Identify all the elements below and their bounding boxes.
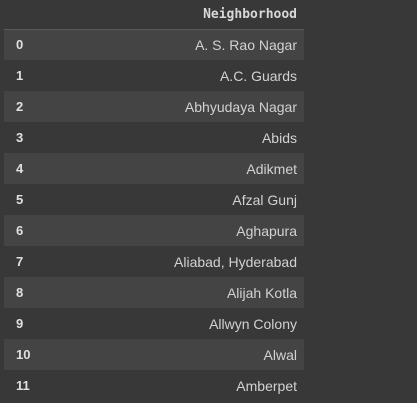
table-row: 11 Amberpet: [4, 370, 304, 401]
dataframe-table: Neighborhood 0 A. S. Rao Nagar 1 A.C. Gu…: [4, 0, 304, 401]
table-row: 6 Aghapura: [4, 215, 304, 246]
table-row: 0 A. S. Rao Nagar: [4, 29, 304, 60]
table-row: 8 Alijah Kotla: [4, 277, 304, 308]
neighborhood-cell: Aghapura: [236, 222, 297, 239]
column-header-neighborhood: Neighborhood: [51, 0, 304, 30]
table-row: 3 Abids: [4, 122, 304, 153]
neighborhood-cell: A. S. Rao Nagar: [195, 36, 297, 53]
neighborhood-cell: Alijah Kotla: [226, 284, 297, 301]
table-row: 7 Aliabad, Hyderabad: [4, 246, 304, 277]
row-index: 0: [16, 37, 24, 53]
neighborhood-cell: Afzal Gunj: [232, 191, 297, 208]
neighborhood-cell: Alwal: [263, 346, 297, 363]
neighborhood-cell: Amberpet: [236, 377, 297, 394]
row-index: 2: [16, 99, 24, 114]
index-column-header: [4, 0, 51, 30]
neighborhood-cell: Aliabad, Hyderabad: [174, 253, 297, 270]
header-row: Neighborhood: [4, 0, 304, 30]
table-row: 9 Allwyn Colony: [4, 308, 304, 339]
row-index: 1: [16, 68, 24, 83]
row-index: 7: [16, 254, 24, 269]
table-header: Neighborhood: [4, 0, 304, 30]
neighborhood-cell: Abids: [261, 129, 297, 146]
row-index: 8: [16, 285, 24, 300]
row-index: 9: [16, 316, 24, 331]
table-row: 5 Afzal Gunj: [4, 184, 304, 215]
neighborhood-cell: Abhyudaya Nagar: [184, 98, 297, 115]
row-index: 4: [16, 161, 24, 176]
table-body: 0 A. S. Rao Nagar 1 A.C. Guards 2 Abhyud…: [4, 29, 304, 401]
neighborhood-cell: A.C. Guards: [219, 67, 297, 84]
row-index: 3: [16, 130, 24, 145]
table-row: 1 A.C. Guards: [4, 60, 304, 91]
dataframe-output: Neighborhood 0 A. S. Rao Nagar 1 A.C. Gu…: [0, 0, 417, 403]
row-index: 5: [16, 192, 24, 207]
table-row: 4 Adikmet: [4, 153, 304, 184]
row-index: 11: [16, 378, 30, 393]
row-index: 6: [16, 223, 24, 238]
neighborhood-cell: Adikmet: [246, 160, 297, 177]
table-row: 2 Abhyudaya Nagar: [4, 91, 304, 122]
neighborhood-cell: Allwyn Colony: [209, 315, 297, 332]
table-row: 10 Alwal: [4, 339, 304, 370]
row-index: 10: [16, 347, 31, 362]
